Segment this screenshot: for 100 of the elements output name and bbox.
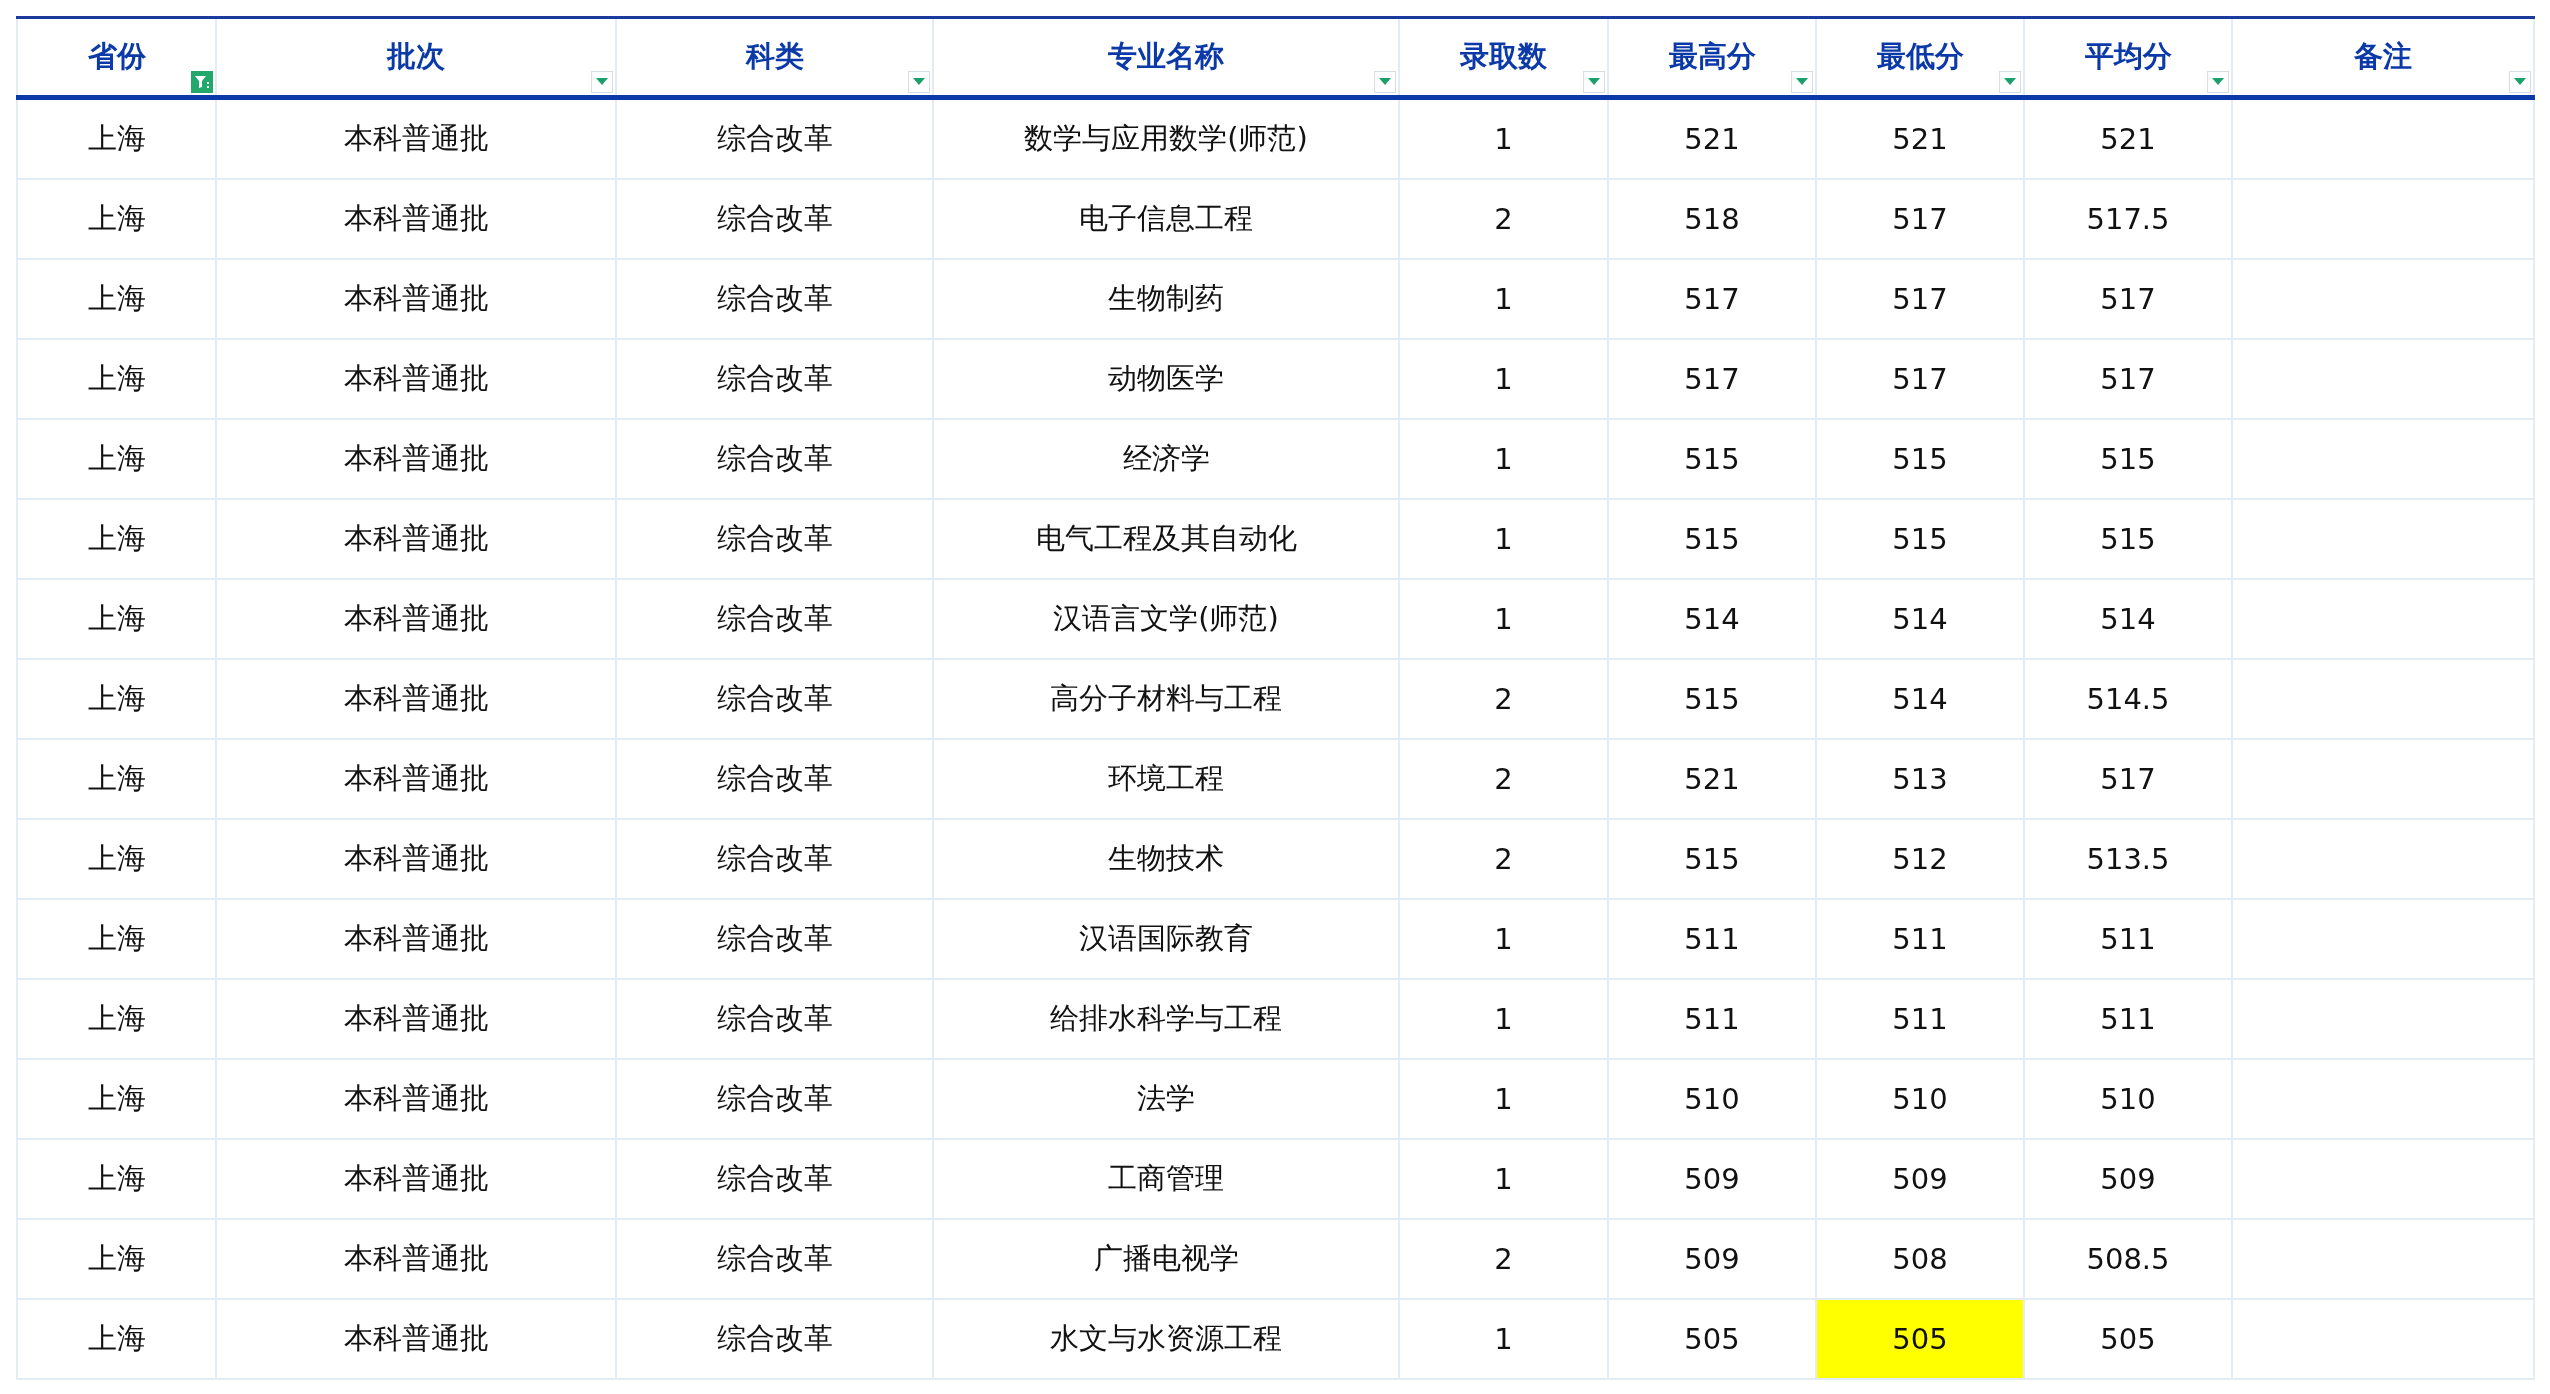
cell-text: 综合改革 bbox=[716, 521, 833, 555]
cell-text: 1 bbox=[1494, 1322, 1513, 1356]
cell-text: 511 bbox=[2100, 1002, 2156, 1036]
dropdown-button[interactable] bbox=[1791, 71, 1813, 93]
cell-text: 上海 bbox=[87, 601, 146, 635]
cell-text: 本科普通批 bbox=[343, 681, 489, 715]
caret-icon bbox=[2514, 78, 2526, 86]
cell-text: 509 bbox=[1684, 1162, 1740, 1196]
cell-text: 515 bbox=[1684, 522, 1740, 556]
cell-text: 综合改革 bbox=[716, 841, 833, 875]
cell-text: 517 bbox=[1892, 282, 1948, 316]
cell-text: 综合改革 bbox=[716, 441, 833, 475]
caret-icon bbox=[2004, 78, 2016, 86]
cell-text: 515 bbox=[1892, 522, 1948, 556]
cell-text: 法学 bbox=[1137, 1081, 1195, 1115]
cell-text: 汉语国际教育 bbox=[1079, 921, 1253, 955]
cell-text: 本科普通批 bbox=[343, 281, 489, 315]
cell-text: 1 bbox=[1494, 1162, 1513, 1196]
cell-text: 上海 bbox=[87, 761, 146, 795]
cell-text: 1 bbox=[1494, 362, 1513, 396]
cell-text: 1 bbox=[1494, 1082, 1513, 1116]
cell-text: 521 bbox=[1684, 762, 1740, 796]
cell-text: 上海 bbox=[87, 521, 146, 555]
cell-text: 511 bbox=[1892, 922, 1948, 956]
cell-text: 电子信息工程 bbox=[1079, 201, 1253, 235]
cell-text: 综合改革 bbox=[716, 1001, 833, 1035]
cell-text: 高分子材料与工程 bbox=[1050, 681, 1282, 715]
dropdown-button[interactable] bbox=[2207, 71, 2229, 93]
cell-text: 514 bbox=[1892, 602, 1948, 636]
dropdown-button[interactable] bbox=[1583, 71, 1605, 93]
cell-text: 517 bbox=[1892, 202, 1948, 236]
cell-text: 本科普通批 bbox=[343, 1241, 489, 1275]
cell-text: 508.5 bbox=[2086, 1242, 2170, 1276]
cell-text: 515 bbox=[1684, 682, 1740, 716]
cell-text: 综合改革 bbox=[716, 921, 833, 955]
dropdown-button[interactable] bbox=[1999, 71, 2021, 93]
cell-text: 本科普通批 bbox=[343, 921, 489, 955]
dropdown-button[interactable] bbox=[2509, 71, 2531, 93]
cell-text: 517 bbox=[1684, 362, 1740, 396]
cell-text: 综合改革 bbox=[716, 361, 833, 395]
caret-icon bbox=[2212, 78, 2224, 86]
dropdown-button[interactable] bbox=[591, 71, 613, 93]
cell-text: 本科普通批 bbox=[343, 1001, 489, 1035]
cell-text: 本科普通批 bbox=[343, 841, 489, 875]
cell-text: 514 bbox=[1892, 682, 1948, 716]
highlighted-cell: 505 bbox=[1816, 1299, 2024, 1379]
column-header: 专业名称 bbox=[1108, 39, 1224, 73]
cell-text: 517 bbox=[2100, 282, 2156, 316]
cell-text: 上海 bbox=[87, 441, 146, 475]
cell-text: 1 bbox=[1494, 282, 1513, 316]
cell-text: 上海 bbox=[87, 841, 146, 875]
cell-text: 生物制药 bbox=[1108, 281, 1224, 315]
cell-text: 1 bbox=[1494, 922, 1513, 956]
dropdown-button[interactable] bbox=[908, 71, 930, 93]
cell-text: 本科普通批 bbox=[343, 361, 489, 395]
cell-text: 1 bbox=[1494, 522, 1513, 556]
dropdown-button[interactable] bbox=[1374, 71, 1396, 93]
cell-text: 综合改革 bbox=[716, 1241, 833, 1275]
cell-text: 2 bbox=[1494, 202, 1513, 236]
cell-text: 515 bbox=[2100, 522, 2156, 556]
cell-text: 综合改革 bbox=[716, 1161, 833, 1195]
caret-icon bbox=[1796, 78, 1808, 86]
caret-icon bbox=[596, 78, 608, 86]
cell-text: 518 bbox=[1684, 202, 1740, 236]
cell-text: 505 bbox=[1684, 1322, 1740, 1356]
cell-text: 本科普通批 bbox=[343, 121, 489, 155]
cell-text: 511 bbox=[1684, 1002, 1740, 1036]
filter-icon[interactable] bbox=[191, 71, 213, 93]
cell-text: 综合改革 bbox=[716, 1081, 833, 1115]
cell-text: 本科普通批 bbox=[343, 1161, 489, 1195]
cell-text: 517 bbox=[1892, 362, 1948, 396]
cell-text: 1 bbox=[1494, 122, 1513, 156]
cell-text: 工商管理 bbox=[1108, 1161, 1224, 1195]
cell-text: 本科普通批 bbox=[343, 1081, 489, 1115]
cell-text: 上海 bbox=[87, 921, 146, 955]
cell-text: 上海 bbox=[87, 1321, 146, 1355]
column-header: 省份 bbox=[87, 39, 146, 73]
cell-text: 本科普通批 bbox=[343, 441, 489, 475]
cell-text: 综合改革 bbox=[716, 201, 833, 235]
cell-text: 汉语言文学(师范) bbox=[1053, 601, 1279, 635]
cell-text: 509 bbox=[2100, 1162, 2156, 1196]
cell-text: 515 bbox=[2100, 442, 2156, 476]
cell-text: 上海 bbox=[87, 1241, 146, 1275]
cell-text: 水文与水资源工程 bbox=[1050, 1321, 1282, 1355]
cell-text: 509 bbox=[1684, 1242, 1740, 1276]
cell-text: 1 bbox=[1494, 442, 1513, 476]
cell-text: 517 bbox=[2100, 762, 2156, 796]
caret-icon bbox=[1588, 78, 1600, 86]
cell-text: 上海 bbox=[87, 201, 146, 235]
cell-text: 508 bbox=[1892, 1242, 1948, 1276]
cell-text: 509 bbox=[1892, 1162, 1948, 1196]
cell-text: 上海 bbox=[87, 361, 146, 395]
cell-text: 电气工程及其自动化 bbox=[1035, 521, 1297, 555]
cell-text: 517 bbox=[2100, 362, 2156, 396]
cell-text: 综合改革 bbox=[716, 281, 833, 315]
cell-text: 511 bbox=[2100, 922, 2156, 956]
cell-text: 512 bbox=[1892, 842, 1948, 876]
cell-text: 2 bbox=[1494, 762, 1513, 796]
cell-text: 521 bbox=[1684, 122, 1740, 156]
cell-text: 给排水科学与工程 bbox=[1050, 1001, 1282, 1035]
